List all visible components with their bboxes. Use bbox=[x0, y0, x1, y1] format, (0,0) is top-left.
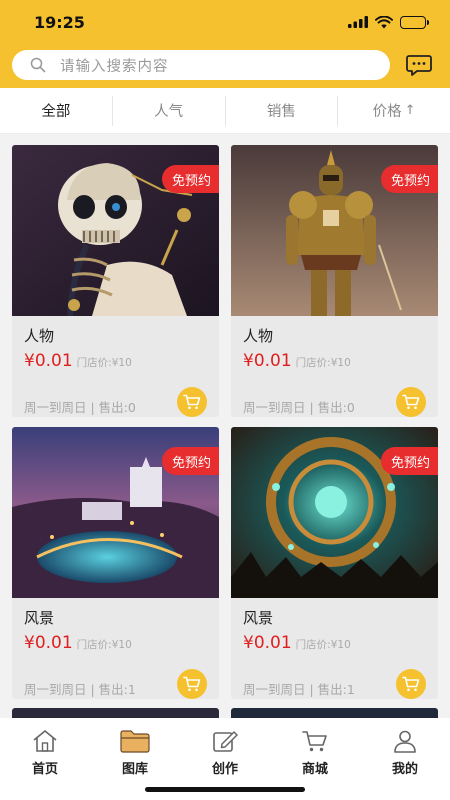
free-booking-badge: 免预约 bbox=[380, 165, 438, 193]
product-card[interactable]: 免预约 风景 ¥0.01 门店价:¥10 周一到周日 | 售出:1 bbox=[12, 427, 219, 699]
product-title: 人物 bbox=[24, 327, 55, 345]
product-card[interactable]: 免预约 人物 ¥0.01 门店价:¥10 周一到周日 | 售出:0 bbox=[231, 145, 438, 417]
product-image: 免预约 bbox=[231, 145, 438, 316]
tab-price-label: 价格 bbox=[372, 104, 402, 120]
store-price: 门店价:¥10 bbox=[76, 357, 132, 369]
product-meta: 周一到周日 | 售出:1 bbox=[243, 682, 355, 697]
nav-gallery-label: 图库 bbox=[121, 762, 148, 777]
status-bar: 19:25 bbox=[0, 0, 450, 44]
add-to-cart-button[interactable] bbox=[177, 387, 207, 417]
status-time: 19:25 bbox=[34, 12, 85, 32]
sort-tabs: 全部 人气 销售 价格 ↑ bbox=[0, 88, 450, 134]
tab-popularity[interactable]: 人气 bbox=[113, 95, 226, 126]
store-price: 门店价:¥10 bbox=[295, 639, 351, 651]
product-card[interactable]: 免预约 人物 ¥0.01 门店价:¥10 周一到周日 | 售出:0 bbox=[12, 145, 219, 417]
home-indicator bbox=[145, 787, 305, 792]
product-title: 风景 bbox=[24, 609, 55, 627]
message-icon bbox=[406, 55, 432, 76]
product-price: ¥0.01 bbox=[243, 633, 292, 653]
free-booking-badge: 免预约 bbox=[161, 165, 219, 193]
home-icon bbox=[33, 730, 57, 752]
product-title: 人物 bbox=[243, 327, 274, 345]
cart-icon bbox=[183, 676, 201, 692]
product-image: 免预约 bbox=[12, 427, 219, 598]
tab-all[interactable]: 全部 bbox=[0, 95, 113, 126]
product-card[interactable]: 免预约 风景 ¥0.01 门店价:¥10 周一到周日 | 售出:1 bbox=[231, 427, 438, 699]
nav-profile-label: 我的 bbox=[391, 762, 418, 777]
message-button[interactable] bbox=[405, 52, 433, 78]
product-meta: 周一到周日 | 售出:1 bbox=[24, 682, 136, 697]
add-to-cart-button[interactable] bbox=[396, 669, 426, 699]
tab-all-label: 全部 bbox=[41, 104, 71, 120]
app-header: 19:25 请输入搜索内容 bbox=[0, 0, 450, 88]
search-icon bbox=[30, 57, 46, 73]
nav-create-label: 创作 bbox=[211, 762, 238, 777]
status-icons bbox=[348, 15, 429, 29]
store-price: 门店价:¥10 bbox=[76, 639, 132, 651]
product-price: ¥0.01 bbox=[243, 351, 292, 371]
sort-arrow-icon: ↑ bbox=[404, 103, 416, 118]
tab-price[interactable]: 价格 ↑ bbox=[338, 96, 450, 126]
user-icon bbox=[394, 730, 416, 753]
tab-popularity-label: 人气 bbox=[154, 104, 184, 120]
store-price: 门店价:¥10 bbox=[295, 357, 351, 369]
cart-icon bbox=[402, 394, 420, 410]
edit-icon bbox=[213, 731, 238, 752]
free-booking-badge: 免预约 bbox=[161, 447, 219, 475]
add-to-cart-button[interactable] bbox=[177, 669, 207, 699]
product-title: 风景 bbox=[243, 609, 274, 627]
product-image: 免预约 bbox=[12, 145, 219, 316]
search-input[interactable]: 请输入搜索内容 bbox=[12, 50, 390, 80]
nav-home-label: 首页 bbox=[31, 762, 58, 777]
product-meta: 周一到周日 | 售出:0 bbox=[24, 400, 136, 415]
cart-icon bbox=[402, 676, 420, 692]
signal-icon bbox=[348, 16, 368, 28]
product-image: 免预约 bbox=[231, 427, 438, 598]
product-meta: 周一到周日 | 售出:0 bbox=[243, 400, 355, 415]
search-placeholder: 请输入搜索内容 bbox=[60, 58, 169, 75]
tab-sales[interactable]: 销售 bbox=[226, 95, 339, 126]
wifi-icon bbox=[375, 15, 393, 28]
nav-home[interactable]: 首页 bbox=[0, 728, 90, 800]
product-price: ¥0.01 bbox=[24, 351, 73, 371]
tab-sales-label: 销售 bbox=[266, 104, 296, 120]
product-grid: 免预约 人物 ¥0.01 门店价:¥10 周一到周日 | 售出:0 免预约 人物… bbox=[12, 145, 438, 699]
folder-icon bbox=[120, 730, 150, 753]
free-booking-badge: 免预约 bbox=[380, 447, 438, 475]
nav-mall-label: 商城 bbox=[301, 762, 328, 777]
nav-profile[interactable]: 我的 bbox=[360, 728, 450, 800]
add-to-cart-button[interactable] bbox=[396, 387, 426, 417]
cart-icon bbox=[302, 731, 327, 752]
cart-icon bbox=[183, 394, 201, 410]
battery-icon bbox=[400, 15, 429, 29]
product-price: ¥0.01 bbox=[24, 633, 73, 653]
